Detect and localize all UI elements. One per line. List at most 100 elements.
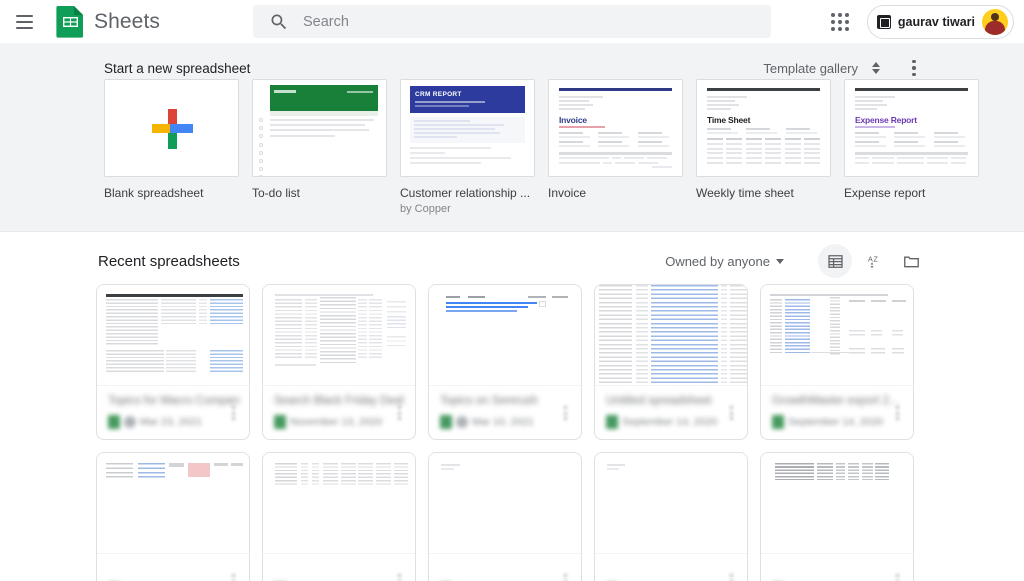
thumb-title: Time Sheet <box>707 115 820 125</box>
template-thumbnail[interactable]: Invoice <box>548 79 683 177</box>
thumb-title: Invoice <box>559 115 672 125</box>
recent-file-card[interactable] <box>760 452 914 581</box>
file-name <box>772 563 904 576</box>
sheets-file-icon <box>108 415 120 429</box>
recent-file-card[interactable]: GrowthMaster export 2... September 14, 2… <box>760 284 914 440</box>
thumb-title: Expense Report <box>855 115 968 125</box>
template-card-customer-relationship[interactable]: CRM REPORT Customer relationship ... by … <box>400 79 535 215</box>
more-vertical-icon[interactable] <box>721 403 741 423</box>
template-name: Customer relationship ... <box>400 186 535 201</box>
file-thumbnail[interactable] <box>429 453 581 554</box>
avatar[interactable] <box>982 9 1008 35</box>
chevron-up-down-icon[interactable] <box>866 58 886 78</box>
template-name: Expense report <box>844 186 979 201</box>
app-header: Sheets gaurav tiwari <box>0 0 1024 43</box>
account-name: gaurav tiwari <box>898 15 975 29</box>
template-card-invoice[interactable]: Invoice Invoice <box>548 79 683 215</box>
file-name: GrowthMaster export 2... <box>772 395 904 408</box>
template-name: Invoice <box>548 186 683 201</box>
recent-section-header: Recent spreadsheets Owned by anyone A Z <box>96 232 928 284</box>
more-vertical-icon[interactable] <box>389 571 409 581</box>
file-date: November 13, 2020 <box>290 416 382 428</box>
sheets-file-icon <box>440 415 452 429</box>
file-date: Mar 23, 2021 <box>140 416 202 428</box>
file-thumbnail[interactable] <box>97 453 249 554</box>
recent-file-card[interactable] <box>262 452 416 581</box>
more-vertical-icon[interactable] <box>555 403 575 423</box>
templates-section-header: Start a new spreadsheet Template gallery <box>104 43 928 79</box>
recent-file-card[interactable]: Untitled spreadsheet September 14, 2020 <box>594 284 748 440</box>
file-thumbnail[interactable] <box>97 285 249 386</box>
file-thumbnail[interactable] <box>595 285 747 386</box>
file-thumbnail[interactable] <box>263 285 415 386</box>
search-input[interactable] <box>303 14 761 30</box>
product-name: Sheets <box>94 10 160 34</box>
file-thumbnail[interactable] <box>761 285 913 386</box>
more-vertical-icon[interactable] <box>887 571 907 581</box>
google-apps-grid-icon[interactable] <box>823 5 857 39</box>
file-date: Mar 10, 2021 <box>472 416 534 428</box>
header-actions: gaurav tiwari <box>823 0 1014 43</box>
template-thumbnail[interactable] <box>252 79 387 177</box>
more-vertical-icon[interactable] <box>223 571 243 581</box>
file-thumbnail[interactable] <box>595 453 747 554</box>
file-name: Search Black Friday Deal ... <box>274 395 406 408</box>
thumb-header-band <box>270 85 378 111</box>
template-thumbnail[interactable]: CRM REPORT <box>400 79 535 177</box>
bullet-column <box>259 118 263 177</box>
list-view-icon[interactable] <box>818 244 852 278</box>
recent-file-card[interactable]: Topics on Semrush Mar 10, 2021 <box>428 284 582 440</box>
template-name: To-do list <box>252 186 387 201</box>
file-thumbnail[interactable] <box>761 453 913 554</box>
template-list: Blank spreadsheet To-do list <box>0 79 1024 215</box>
template-card-expense-report[interactable]: Expense Report Expense report <box>844 79 979 215</box>
file-name: Untitled spreadsheet <box>606 395 738 408</box>
recent-file-card[interactable] <box>594 452 748 581</box>
file-date: September 14, 2020 <box>622 416 717 428</box>
chevron-down-icon <box>776 259 784 264</box>
recent-file-card[interactable]: Topics for Macro Company Mar 23, 2021 <box>96 284 250 440</box>
recent-spreadsheets-section: Recent spreadsheets Owned by anyone A Z <box>0 232 1024 581</box>
file-name <box>606 563 738 576</box>
template-thumbnail[interactable]: Expense Report <box>844 79 979 177</box>
recent-file-card[interactable]: Search Black Friday Deal ... November 13… <box>262 284 416 440</box>
account-chip[interactable]: gaurav tiwari <box>867 5 1014 39</box>
more-vertical-icon[interactable] <box>900 54 928 82</box>
file-thumbnail[interactable] <box>263 453 415 554</box>
template-attribution: by Copper <box>400 203 535 215</box>
template-card-blank-spreadsheet[interactable]: Blank spreadsheet <box>104 79 239 215</box>
sheets-file-icon <box>606 415 618 429</box>
template-card-to-do-list[interactable]: To-do list <box>252 79 387 215</box>
more-vertical-icon[interactable] <box>555 571 575 581</box>
brand-home-link[interactable]: Sheets <box>56 5 160 38</box>
shared-icon <box>124 416 136 428</box>
sheets-file-icon <box>772 415 784 429</box>
owner-filter-dropdown[interactable]: Owned by anyone <box>665 254 784 269</box>
svg-text:A: A <box>867 255 872 263</box>
file-name <box>274 563 406 576</box>
file-name <box>440 563 572 576</box>
sheets-file-icon <box>274 415 286 429</box>
more-vertical-icon[interactable] <box>389 403 409 423</box>
account-badge-icon <box>877 15 891 29</box>
recent-files-grid: Topics for Macro Company Mar 23, 2021 <box>96 284 928 581</box>
sheets-logo-icon <box>56 5 85 38</box>
file-thumbnail[interactable] <box>429 285 581 386</box>
sort-az-icon[interactable]: A Z <box>856 244 890 278</box>
recent-file-card[interactable] <box>96 452 250 581</box>
shared-icon <box>456 416 468 428</box>
search-bar[interactable] <box>253 5 771 38</box>
section-title: Recent spreadsheets <box>98 253 240 270</box>
hamburger-menu-icon[interactable] <box>12 10 36 34</box>
recent-file-card[interactable] <box>428 452 582 581</box>
file-name: Topics for Macro Company <box>108 395 240 408</box>
more-vertical-icon[interactable] <box>887 403 907 423</box>
more-vertical-icon[interactable] <box>721 571 741 581</box>
template-card-weekly-time-sheet[interactable]: Time Sheet Weekly time sheet <box>696 79 831 215</box>
google-plus-icon <box>105 80 238 176</box>
template-gallery-link[interactable]: Template gallery <box>763 61 858 76</box>
template-thumbnail[interactable]: Time Sheet <box>696 79 831 177</box>
folder-icon[interactable] <box>894 244 928 278</box>
more-vertical-icon[interactable] <box>223 403 243 423</box>
template-thumbnail[interactable] <box>104 79 239 177</box>
